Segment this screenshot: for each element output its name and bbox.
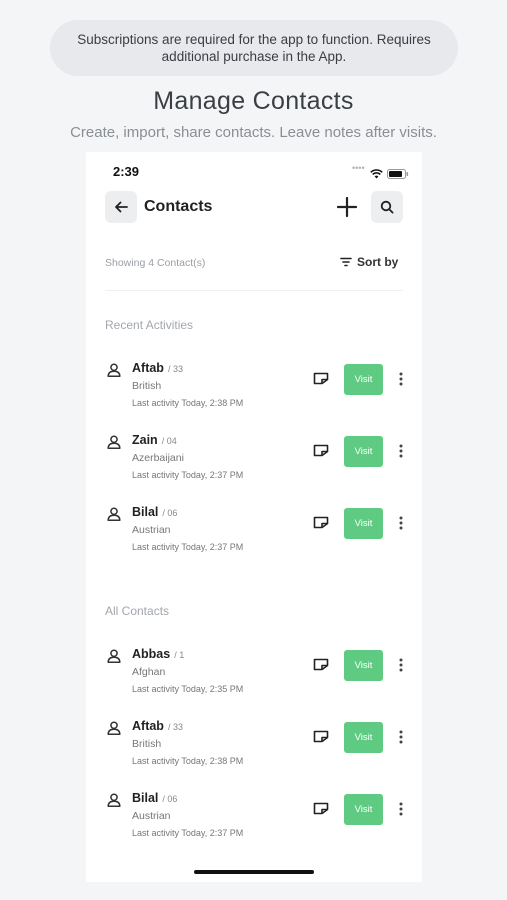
- person-icon: [107, 649, 121, 668]
- sort-label: Sort by: [357, 255, 399, 269]
- note-icon[interactable]: [313, 516, 329, 534]
- add-contact-button[interactable]: [334, 194, 360, 220]
- back-button[interactable]: [105, 191, 137, 223]
- subscription-banner: Subscriptions are required for the app t…: [50, 20, 458, 76]
- contact-last-activity: Last activity Today, 2:38 PM: [132, 398, 244, 408]
- status-time: 2:39: [113, 164, 140, 179]
- plus-icon: [336, 196, 358, 218]
- home-indicator: [194, 870, 314, 874]
- contact-name: Aftab/ 33: [132, 361, 183, 375]
- contact-name: Aftab/ 33: [132, 719, 183, 733]
- more-options-icon[interactable]: [399, 730, 403, 749]
- signal-icon: ••••: [352, 163, 365, 173]
- contact-row[interactable]: Bilal/ 06 Austrian Last activity Today, …: [86, 505, 422, 565]
- more-options-icon[interactable]: [399, 802, 403, 821]
- visit-button[interactable]: Visit: [344, 650, 383, 681]
- phone-screen: 2:39 •••• Contacts Showing 4 Contact(s) …: [86, 152, 422, 882]
- more-options-icon[interactable]: [399, 516, 403, 535]
- contact-row[interactable]: Zain/ 04 Azerbaijani Last activity Today…: [86, 433, 422, 493]
- status-bar: 2:39 ••••: [86, 152, 422, 186]
- more-options-icon[interactable]: [399, 372, 403, 391]
- contact-nationality: Austrian: [132, 810, 171, 822]
- sort-icon: [340, 257, 352, 267]
- battery-icon: [387, 166, 409, 184]
- search-button[interactable]: [371, 191, 403, 223]
- page-headline: Manage Contacts: [153, 87, 354, 115]
- search-icon: [380, 200, 394, 214]
- banner-text: Subscriptions are required for the app t…: [77, 32, 431, 64]
- visit-button[interactable]: Visit: [344, 722, 383, 753]
- contact-nationality: Azerbaijani: [132, 452, 184, 464]
- contact-last-activity: Last activity Today, 2:37 PM: [132, 828, 244, 838]
- note-icon[interactable]: [313, 730, 329, 748]
- person-icon: [107, 507, 121, 526]
- note-icon[interactable]: [313, 444, 329, 462]
- contact-count: Showing 4 Contact(s): [105, 257, 206, 269]
- visit-button[interactable]: Visit: [344, 508, 383, 539]
- contact-row[interactable]: Aftab/ 33 British Last activity Today, 2…: [86, 361, 422, 421]
- sort-button[interactable]: Sort by: [340, 255, 398, 269]
- note-icon[interactable]: [313, 372, 329, 390]
- arrow-left-icon: [115, 201, 128, 213]
- wifi-icon: [370, 166, 383, 184]
- divider: [105, 290, 403, 291]
- contact-row[interactable]: Bilal/ 06 Austrian Last activity Today, …: [86, 791, 422, 851]
- more-options-icon[interactable]: [399, 444, 403, 463]
- contact-last-activity: Last activity Today, 2:35 PM: [132, 684, 244, 694]
- contact-row[interactable]: Aftab/ 33 British Last activity Today, 2…: [86, 719, 422, 779]
- contact-last-activity: Last activity Today, 2:38 PM: [132, 756, 244, 766]
- visit-button[interactable]: Visit: [344, 436, 383, 467]
- section-label-all: All Contacts: [105, 604, 170, 618]
- contact-last-activity: Last activity Today, 2:37 PM: [132, 542, 244, 552]
- contact-last-activity: Last activity Today, 2:37 PM: [132, 470, 244, 480]
- person-icon: [107, 435, 121, 454]
- contact-name: Abbas/ 1: [132, 647, 185, 661]
- visit-button[interactable]: Visit: [344, 364, 383, 395]
- contact-name: Bilal/ 06: [132, 505, 178, 519]
- note-icon[interactable]: [313, 658, 329, 676]
- person-icon: [107, 721, 121, 740]
- contact-nationality: Afghan: [132, 666, 166, 678]
- screen-title: Contacts: [144, 198, 213, 215]
- contact-nationality: Austrian: [132, 524, 171, 536]
- person-icon: [107, 793, 121, 812]
- top-bar: Contacts: [86, 190, 422, 226]
- contact-nationality: British: [132, 738, 162, 750]
- more-options-icon[interactable]: [399, 658, 403, 677]
- visit-button[interactable]: Visit: [344, 794, 383, 825]
- contact-name: Bilal/ 06: [132, 791, 178, 805]
- note-icon[interactable]: [313, 802, 329, 820]
- contact-name: Zain/ 04: [132, 433, 177, 447]
- section-label-recent: Recent Activities: [105, 318, 194, 332]
- page-subline: Create, import, share contacts. Leave no…: [70, 124, 437, 141]
- person-icon: [107, 363, 121, 382]
- contact-nationality: British: [132, 380, 162, 392]
- contact-row[interactable]: Abbas/ 1 Afghan Last activity Today, 2:3…: [86, 647, 422, 707]
